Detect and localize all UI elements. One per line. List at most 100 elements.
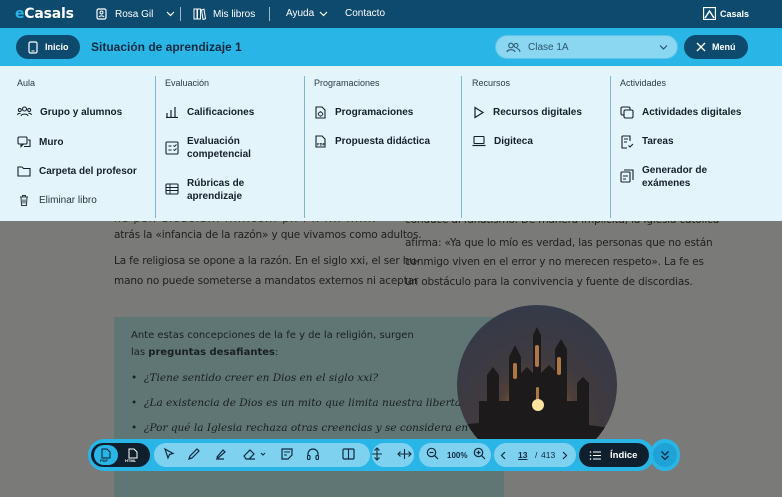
help-menu[interactable]: Ayuda	[286, 8, 328, 19]
brand-label: Casals	[719, 8, 749, 19]
eraser-icon[interactable]	[242, 447, 256, 461]
mega-menu: Aula Grupo y alumnos Muro Carpeta del pr…	[0, 66, 782, 221]
user-menu[interactable]: Rosa Gil	[96, 8, 175, 20]
casals-logo-icon	[702, 7, 716, 20]
highlighter-icon[interactable]	[214, 447, 228, 461]
menu-close-button[interactable]: Menú	[684, 35, 748, 59]
text-line: La fe religiosa se opone a la razón. En …	[114, 255, 420, 267]
text-line: conmigo viven en el error y no merecen r…	[405, 256, 704, 268]
users-icon	[506, 42, 521, 52]
my-books-link[interactable]: Mis libros	[193, 8, 255, 20]
column-divider	[155, 76, 156, 218]
menu-item-grupo-alumnos[interactable]: Grupo y alumnos	[17, 106, 122, 119]
index-label: Índice	[610, 449, 638, 461]
menu-item-carpeta-profesor[interactable]: Carpeta del profesor	[17, 165, 137, 178]
box-intro: las preguntas desafiantes:	[131, 347, 279, 358]
cursor-icon[interactable]	[162, 447, 176, 461]
text-line: un obstáculo para la convivencia y fuent…	[405, 276, 693, 288]
ecasals-logo[interactable]: eCasals	[15, 6, 74, 22]
chevron-down-icon	[319, 11, 328, 16]
folder-icon	[17, 166, 31, 177]
programming-icon	[315, 106, 326, 119]
zoom-out-icon[interactable]	[426, 447, 439, 460]
zoom-in-icon[interactable]	[473, 447, 486, 460]
question-item: • ¿La existencia de Dios es un mito que …	[131, 397, 474, 409]
menu-heading-evaluacion: Evaluación	[165, 78, 210, 88]
user-name: Rosa Gil	[115, 8, 154, 20]
book-header: Inicio Situación de aprendizaje 1 Clase …	[0, 28, 782, 66]
assessment-icon	[165, 141, 179, 155]
divider	[269, 7, 270, 21]
previous-page-icon[interactable]	[500, 451, 506, 460]
menu-item-programaciones[interactable]: Programaciones	[314, 106, 413, 119]
close-icon	[696, 42, 706, 52]
menu-heading-actividades: Actividades	[620, 78, 667, 88]
pdf-document-icon: PDF	[315, 135, 326, 148]
column-divider	[610, 76, 611, 218]
trash-icon	[20, 195, 28, 206]
column-divider	[304, 76, 305, 218]
page-total: 413	[541, 450, 556, 460]
wall-icon	[17, 136, 31, 148]
menu-item-digiteca[interactable]: Digiteca	[472, 135, 533, 148]
fit-height-icon[interactable]	[370, 447, 384, 461]
menu-item-propuesta-didactica[interactable]: PDF Propuesta didáctica	[314, 135, 430, 148]
group-icon	[17, 106, 32, 117]
menu-item-generador-examenes[interactable]: Generador de exámenes	[620, 164, 730, 190]
menu-item-calificaciones[interactable]: Calificaciones	[165, 106, 254, 119]
menu-item-muro[interactable]: Muro	[17, 136, 63, 149]
zoom-level: 100%	[447, 451, 468, 460]
text-line: mano no puede someterse a mandatos exter…	[114, 275, 419, 287]
menu-item-recursos-digitales[interactable]: Recursos digitales	[472, 106, 582, 119]
chevron-down-icon[interactable]	[260, 452, 266, 457]
fit-width-icon[interactable]	[397, 447, 412, 461]
menu-item-evaluacion-competencial[interactable]: Evaluación competencial	[165, 135, 275, 161]
menu-item-rubricas-aprendizaje[interactable]: Rúbricas de aprendizaje	[165, 177, 275, 203]
reader-toolbar: PDF HTML 100% 13 / 413 Índice	[88, 439, 654, 471]
menu-item-tareas[interactable]: Tareas	[620, 135, 674, 149]
divider	[180, 7, 181, 21]
next-page-icon[interactable]	[562, 451, 568, 460]
index-button[interactable]: Índice	[579, 443, 649, 467]
tablet-icon	[28, 40, 38, 54]
note-icon[interactable]	[280, 447, 294, 461]
exam-generator-icon	[620, 169, 634, 183]
books-icon	[193, 8, 206, 20]
chevron-down-icon	[659, 45, 668, 50]
headphones-icon[interactable]	[306, 447, 320, 461]
book-view-icon[interactable]	[341, 447, 356, 461]
box-intro: Ante estas concepciones de la fe y de la…	[131, 330, 414, 341]
class-select[interactable]: Clase 1A	[495, 35, 678, 59]
pencil-icon[interactable]	[187, 447, 201, 461]
my-books-label: Mis libros	[213, 8, 256, 20]
pdf-format-label: PDF	[100, 458, 108, 463]
menu-item-actividades-digitales[interactable]: Actividades digitales	[620, 106, 741, 119]
menu-item-eliminar-libro[interactable]: Eliminar libro	[17, 194, 97, 207]
top-nav-bar: eCasals Rosa Gil Mis libros Ayuda Contac…	[0, 0, 782, 28]
play-icon	[474, 106, 485, 119]
menu-heading-aula: Aula	[17, 78, 36, 88]
bar-chart-icon	[166, 107, 178, 118]
rubric-icon	[165, 183, 179, 195]
expand-toolbar-button[interactable]	[650, 439, 680, 471]
laptop-icon	[472, 135, 486, 147]
page-number-input[interactable]: 13	[518, 450, 527, 460]
home-button[interactable]: Inicio	[16, 35, 80, 59]
user-id-icon	[96, 8, 107, 20]
help-label: Ayuda	[286, 8, 315, 19]
tasks-icon	[621, 135, 634, 149]
home-label: Inicio	[45, 42, 69, 52]
menu-heading-recursos: Recursos	[472, 78, 511, 88]
svg-text:PDF: PDF	[317, 143, 325, 147]
digital-activities-icon	[620, 106, 634, 119]
double-chevron-down-icon	[661, 451, 669, 461]
column-divider	[461, 76, 462, 218]
casals-brand: Casals	[702, 7, 749, 20]
page-title: Situación de aprendizaje 1	[91, 40, 242, 54]
text-line: afirma: «Ya que lo mío es verdad, las pe…	[405, 237, 713, 249]
question-item: • ¿Por qué la Iglesia rechaza otras cree…	[131, 422, 469, 434]
menu-label: Menú	[712, 42, 736, 52]
contact-link[interactable]: Contacto	[345, 8, 385, 19]
menu-heading-programaciones: Programaciones	[314, 78, 380, 88]
class-select-value: Clase 1A	[528, 41, 569, 53]
